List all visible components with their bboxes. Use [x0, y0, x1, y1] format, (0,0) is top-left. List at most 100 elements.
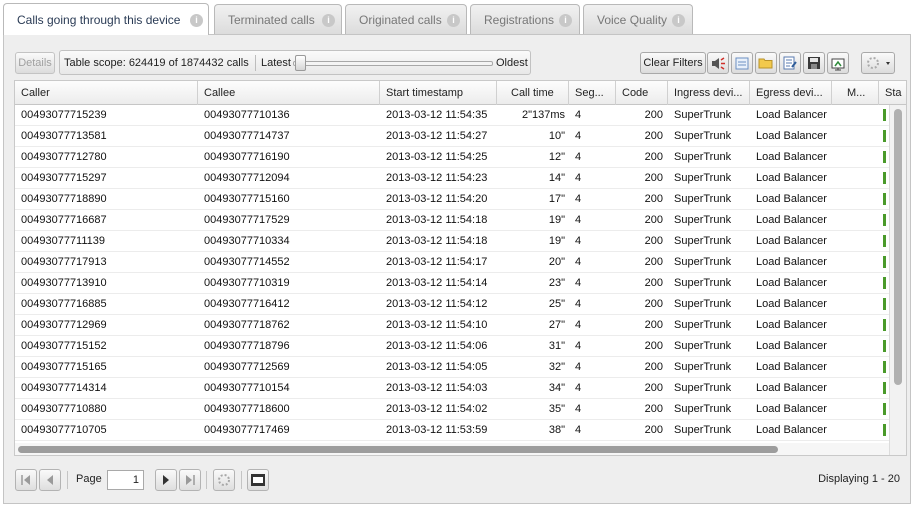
last-page-button[interactable] — [179, 469, 201, 491]
last-page-icon — [186, 475, 195, 485]
edit-button[interactable] — [779, 52, 801, 74]
settings-menu-icon — [867, 57, 890, 69]
tab-calls-through-device[interactable]: Calls going through this device i — [3, 3, 209, 35]
cell-ingress-device: SuperTrunk — [674, 109, 732, 121]
csv-export-button[interactable] — [247, 469, 269, 491]
cell-start-timestamp: 2013-03-12 11:54:03 — [386, 382, 488, 394]
cell-callee: 00493077710154 — [204, 382, 290, 394]
table-row[interactable]: 00493077716885 00493077716412 2013-03-12 1… — [15, 294, 889, 315]
cell-segments: 4 — [575, 361, 582, 373]
cell-caller: 00493077710880 — [21, 403, 107, 415]
cell-egress-device: Load Balancer — [756, 340, 827, 352]
page-number-input[interactable]: 1 — [107, 470, 144, 490]
tab-label: Terminated calls — [228, 13, 315, 27]
info-icon[interactable]: i — [190, 14, 203, 27]
vertical-scroll-thumb[interactable] — [894, 109, 902, 385]
vertical-scrollbar[interactable] — [889, 105, 906, 455]
cell-ingress-device: SuperTrunk — [674, 319, 732, 331]
scope-slider-track[interactable] — [293, 61, 493, 66]
refresh-list-button[interactable] — [731, 52, 753, 74]
column-header-egress-device[interactable]: Egress devi... — [750, 81, 832, 105]
cell-call-time: 20" — [548, 256, 565, 268]
save-button[interactable] — [803, 52, 825, 74]
status-indicator — [883, 214, 886, 226]
scope-slider-thumb[interactable] — [295, 55, 306, 71]
open-folder-button[interactable] — [755, 52, 777, 74]
paging-separator — [241, 471, 242, 489]
cell-ingress-device: SuperTrunk — [674, 172, 732, 184]
table-row[interactable]: 00493077715239 00493077710136 2013-03-12 1… — [15, 105, 889, 126]
latest-label: Latest — [261, 57, 291, 69]
tab-originated-calls[interactable]: Originated calls i — [345, 4, 467, 34]
column-header-m[interactable]: M... — [832, 81, 879, 105]
table-row[interactable]: 00493077715165 00493077712569 2013-03-12 1… — [15, 357, 889, 378]
cell-code: 200 — [644, 193, 663, 205]
column-header-start-timestamp[interactable]: Start timestamp — [380, 81, 497, 105]
displaying-count: Displaying 1 - 20 — [818, 473, 900, 485]
cell-ingress-device: SuperTrunk — [674, 235, 732, 247]
tab-terminated-calls[interactable]: Terminated calls i — [214, 4, 342, 34]
table-row[interactable]: 00493077713910 00493077710319 2013-03-12 1… — [15, 273, 889, 294]
table-row[interactable]: 00493077712780 00493077716190 2013-03-12 1… — [15, 147, 889, 168]
export-button[interactable] — [827, 52, 849, 74]
tab-registrations[interactable]: Registrations i — [470, 4, 580, 34]
table-row[interactable]: 00493077713581 00493077714737 2013-03-12 1… — [15, 126, 889, 147]
info-icon[interactable]: i — [322, 14, 335, 27]
cell-ingress-device: SuperTrunk — [674, 382, 732, 394]
cell-egress-device: Load Balancer — [756, 277, 827, 289]
table-row[interactable]: 00493077711139 00493077710334 2013-03-12 1… — [15, 231, 889, 252]
info-icon[interactable]: i — [559, 14, 572, 27]
next-page-icon — [163, 475, 169, 485]
cell-start-timestamp: 2013-03-12 11:54:25 — [386, 151, 488, 163]
cell-start-timestamp: 2013-03-12 11:54:20 — [386, 193, 488, 205]
clear-filters-button[interactable]: Clear Filters — [640, 52, 706, 74]
column-header-call-time[interactable]: Call time — [497, 81, 569, 105]
column-header-code[interactable]: Code — [616, 81, 668, 105]
cell-egress-device: Load Balancer — [756, 235, 827, 247]
refresh-button[interactable] — [213, 469, 235, 491]
tab-voice-quality[interactable]: Voice Quality i — [583, 4, 693, 34]
next-page-button[interactable] — [155, 469, 177, 491]
horizontal-scroll-thumb[interactable] — [18, 446, 778, 453]
cell-segments: 4 — [575, 214, 582, 226]
tab-label: Calls going through this device — [17, 13, 181, 27]
table-row[interactable]: 00493077718890 00493077715160 2013-03-12 1… — [15, 189, 889, 210]
table-row[interactable]: 00493077714314 00493077710154 2013-03-12 1… — [15, 378, 889, 399]
table-row[interactable]: 00493077712969 00493077718762 2013-03-12 1… — [15, 315, 889, 336]
cell-caller: 00493077716885 — [21, 298, 107, 310]
speaker-button[interactable] — [707, 52, 729, 74]
info-icon[interactable]: i — [672, 14, 685, 27]
previous-page-button[interactable] — [39, 469, 61, 491]
column-header-status[interactable]: Sta — [879, 81, 906, 105]
cell-segments: 4 — [575, 193, 582, 205]
cell-callee: 00493077718762 — [204, 319, 290, 331]
cell-segments: 4 — [575, 109, 582, 121]
cell-start-timestamp: 2013-03-12 11:54:02 — [386, 403, 488, 415]
horizontal-scrollbar[interactable] — [15, 443, 889, 455]
cell-call-time: 10" — [548, 130, 565, 142]
first-page-button[interactable] — [15, 469, 37, 491]
cell-callee: 00493077712569 — [204, 361, 290, 373]
cell-ingress-device: SuperTrunk — [674, 151, 732, 163]
details-button[interactable]: Details — [15, 52, 55, 74]
column-header-segments[interactable]: Seg... — [569, 81, 616, 105]
table-row[interactable]: 00493077710705 00493077717469 2013-03-12 1… — [15, 420, 889, 441]
table-row[interactable]: 00493077710880 00493077718600 2013-03-12 1… — [15, 399, 889, 420]
settings-menu-button[interactable] — [861, 52, 895, 74]
cell-callee: 00493077718796 — [204, 340, 290, 352]
table-row[interactable]: 00493077716687 00493077717529 2013-03-12 1… — [15, 210, 889, 231]
column-header-ingress-device[interactable]: Ingress devi... — [668, 81, 750, 105]
table-row[interactable]: 00493077715152 00493077718796 2013-03-12 1… — [15, 336, 889, 357]
column-header-callee[interactable]: Callee — [198, 81, 380, 105]
column-header-caller[interactable]: Caller — [15, 81, 198, 105]
cell-callee: 00493077714552 — [204, 256, 290, 268]
cell-call-time: 14" — [548, 172, 565, 184]
table-row[interactable]: 00493077715297 00493077712094 2013-03-12 1… — [15, 168, 889, 189]
cell-caller: 00493077715239 — [21, 109, 107, 121]
table-row[interactable]: 00493077717913 00493077714552 2013-03-12 1… — [15, 252, 889, 273]
paging-toolbar: Page 1 Displaying 1 - 20 — [4, 463, 910, 503]
info-icon[interactable]: i — [447, 14, 460, 27]
cell-code: 200 — [644, 319, 663, 331]
cell-callee: 00493077714737 — [204, 130, 290, 142]
cell-callee: 00493077710334 — [204, 235, 290, 247]
